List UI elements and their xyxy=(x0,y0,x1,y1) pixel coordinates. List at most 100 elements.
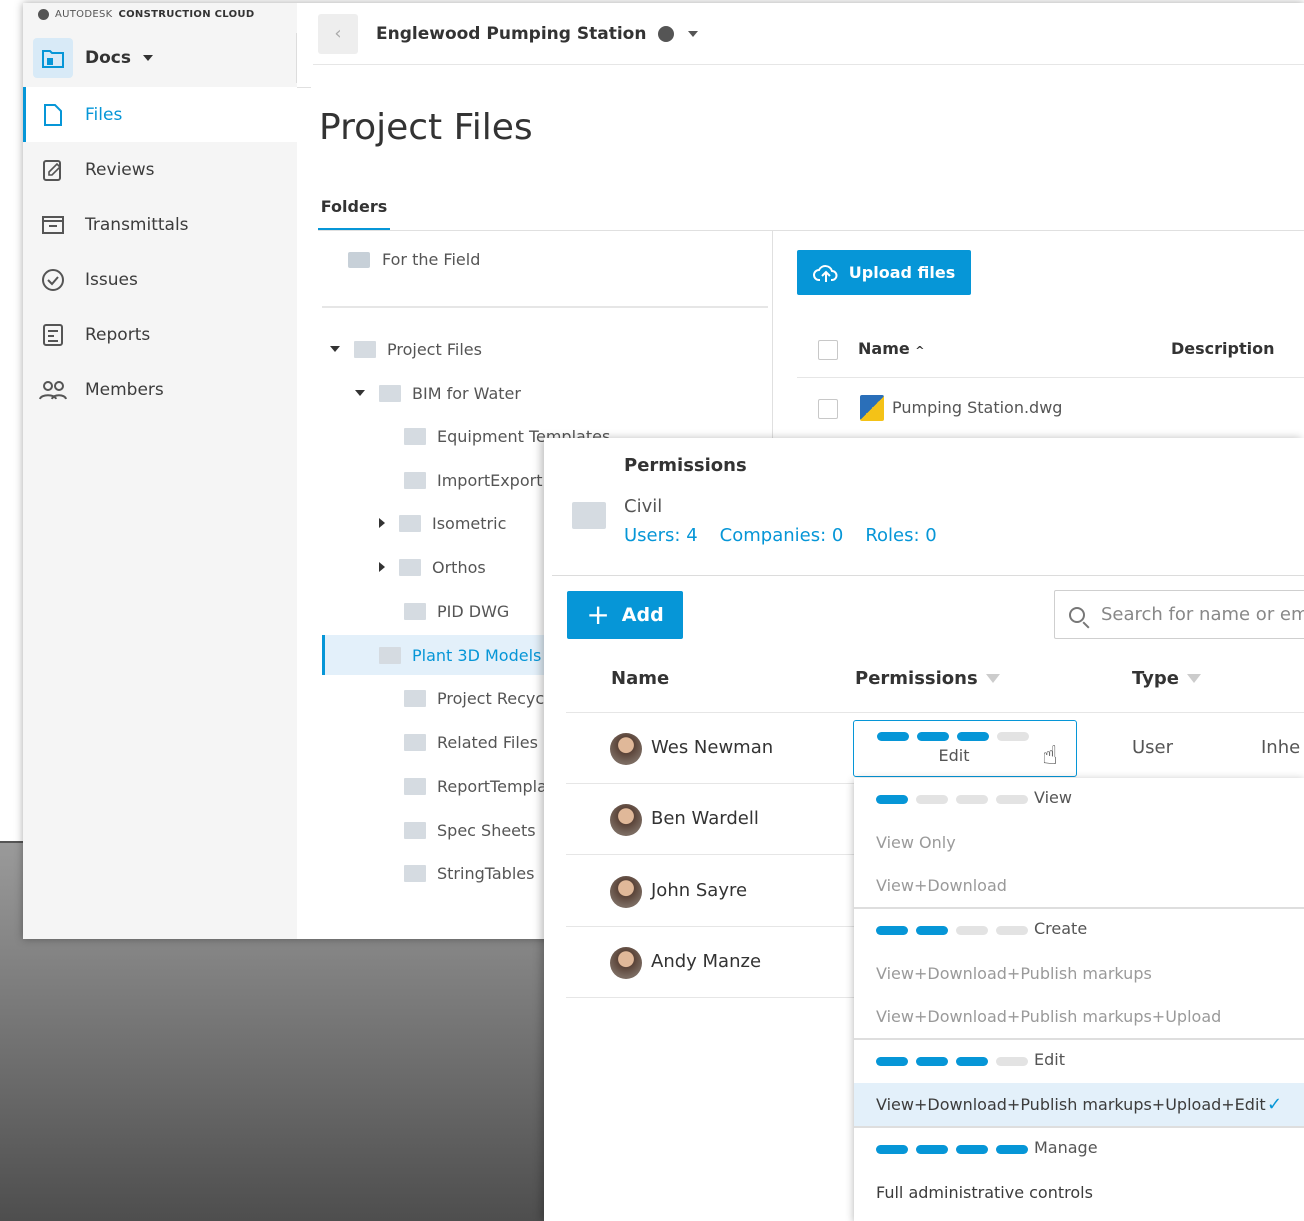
panel-title: Permissions xyxy=(624,455,747,476)
users-count-link[interactable]: Users: 4 xyxy=(624,525,698,546)
folder-icon xyxy=(399,514,421,532)
file-name[interactable]: Pumping Station.dwg xyxy=(892,398,1062,417)
members-icon xyxy=(39,379,67,401)
tree-item[interactable]: Related Files xyxy=(379,722,538,762)
pane-divider[interactable] xyxy=(772,231,773,441)
sidebar-item-files[interactable]: Files xyxy=(23,87,297,142)
sidebar-nav: Files Reviews Transmittals Issues Report… xyxy=(23,87,297,417)
autodesk-logo-icon xyxy=(38,9,49,20)
sidebar-item-reports[interactable]: Reports xyxy=(23,307,297,362)
filter-icon[interactable] xyxy=(1186,674,1201,683)
add-label: Add xyxy=(621,604,664,626)
sidebar-item-label: Files xyxy=(85,104,123,125)
file-list-header: Name ^ Description xyxy=(797,323,1304,378)
sidebar-item-members[interactable]: Members xyxy=(23,362,297,417)
expand-caret-icon[interactable] xyxy=(330,346,340,352)
tree-item-label: Spec Sheets xyxy=(437,820,536,840)
companies-count-link[interactable]: Companies: 0 xyxy=(720,525,844,546)
tree-item-label: For the Field xyxy=(382,250,481,269)
back-button[interactable]: ‹ xyxy=(318,13,358,54)
permission-option[interactable]: View+Download+Publish markups+Upload xyxy=(854,995,1304,1038)
level-bar-on xyxy=(876,795,908,804)
tree-item[interactable]: PID DWG xyxy=(379,591,509,631)
level-bar-on xyxy=(876,1145,908,1154)
level-bar-on xyxy=(876,926,908,935)
tree-item[interactable]: Isometric xyxy=(379,503,506,543)
user-name: John Sayre xyxy=(651,880,748,901)
permission-option[interactable]: View Only xyxy=(854,821,1304,864)
permission-select-value: Edit xyxy=(938,746,970,765)
column-type[interactable]: Type xyxy=(1132,668,1201,689)
tree-item[interactable]: BIM for Water xyxy=(355,373,521,413)
tree-item[interactable]: StringTables xyxy=(379,853,534,893)
permission-select[interactable]: Edit ☝ xyxy=(853,720,1077,777)
folder-icon xyxy=(404,427,426,445)
expand-caret-icon[interactable] xyxy=(379,518,385,528)
level-bar-off xyxy=(916,795,948,804)
reviews-icon xyxy=(39,158,67,182)
tree-item[interactable]: Project Recycle xyxy=(379,678,558,718)
permission-option[interactable]: View+Download xyxy=(854,864,1304,907)
chevron-down-icon xyxy=(143,55,153,61)
file-icon xyxy=(39,103,67,127)
expand-caret-icon[interactable] xyxy=(355,390,365,396)
filter-icon[interactable] xyxy=(985,674,1000,683)
row-checkbox[interactable] xyxy=(818,399,838,419)
group-label: Edit xyxy=(1034,1050,1065,1069)
folder-icon xyxy=(404,821,426,839)
roles-count-link[interactable]: Roles: 0 xyxy=(865,525,936,546)
sidebar-item-transmittals[interactable]: Transmittals xyxy=(23,197,297,252)
sidebar-item-issues[interactable]: Issues xyxy=(23,252,297,307)
folder-icon xyxy=(404,689,426,707)
tree-item-selected[interactable]: Plant 3D Models xyxy=(322,635,544,675)
upload-files-button[interactable]: Upload files xyxy=(797,250,971,295)
brand-prefix: AUTODESK xyxy=(55,9,113,20)
folder-name: Civil xyxy=(624,496,663,517)
permission-option-selected[interactable]: View+Download+Publish markups+Upload+Edi… xyxy=(854,1083,1304,1126)
tab-folders[interactable]: Folders xyxy=(318,197,390,231)
cloud-upload-icon xyxy=(812,264,838,282)
tree-item-label: Isometric xyxy=(432,513,507,533)
sidebar-item-label: Members xyxy=(85,379,164,400)
sidebar-item-reviews[interactable]: Reviews xyxy=(23,142,297,197)
project-name[interactable]: Englewood Pumping Station xyxy=(376,24,646,44)
add-button[interactable]: + Add xyxy=(567,591,683,639)
level-bar-on xyxy=(876,1057,908,1066)
level-bars xyxy=(876,1145,1028,1154)
tree-item[interactable]: ReportTemplates xyxy=(379,766,571,806)
permission-stats: Users: 4 Companies: 0 Roles: 0 xyxy=(624,525,937,546)
select-all-checkbox[interactable] xyxy=(818,340,838,360)
issues-icon xyxy=(39,268,67,292)
tree-item[interactable]: Orthos xyxy=(379,547,486,587)
column-description[interactable]: Description xyxy=(1171,339,1274,358)
column-label: Name xyxy=(611,668,670,689)
level-bar-on xyxy=(916,1145,948,1154)
tree-item[interactable]: Project Files xyxy=(330,329,482,369)
file-row[interactable]: Pumping Station.dwg xyxy=(797,379,1304,437)
transmittals-icon xyxy=(39,214,67,236)
column-name[interactable]: Name xyxy=(611,668,669,689)
chevron-down-icon[interactable] xyxy=(688,30,699,37)
column-label: Type xyxy=(1132,668,1179,689)
tree-item-label: BIM for Water xyxy=(412,383,521,403)
user-type: User xyxy=(1132,737,1174,758)
tree-item[interactable]: ImportExport xyxy=(379,460,542,500)
sidebar-item-label: Reports xyxy=(85,324,151,345)
cloud-folder-icon xyxy=(348,251,370,268)
permission-option[interactable]: View+Download+Publish markups xyxy=(854,952,1304,995)
permission-option[interactable]: Full administrative controls xyxy=(854,1171,1304,1214)
tree-item-for-the-field[interactable]: For the Field xyxy=(348,250,480,269)
column-name[interactable]: Name ^ xyxy=(858,339,925,358)
folder-icon xyxy=(399,558,421,576)
module-switcher[interactable]: Docs xyxy=(31,33,297,83)
column-permissions[interactable]: Permissions xyxy=(855,668,1000,689)
dwg-file-icon xyxy=(860,395,884,421)
folder-icon xyxy=(404,471,426,489)
expand-caret-icon[interactable] xyxy=(379,562,385,572)
search-input[interactable]: Search for name or email xyxy=(1054,590,1304,639)
sidebar: AUTODESK CONSTRUCTION CLOUD Docs Files R… xyxy=(23,3,311,939)
reports-icon xyxy=(39,323,67,347)
plus-icon: + xyxy=(586,598,610,631)
brand: AUTODESK CONSTRUCTION CLOUD xyxy=(38,9,254,20)
tree-item[interactable]: Spec Sheets xyxy=(379,810,536,850)
